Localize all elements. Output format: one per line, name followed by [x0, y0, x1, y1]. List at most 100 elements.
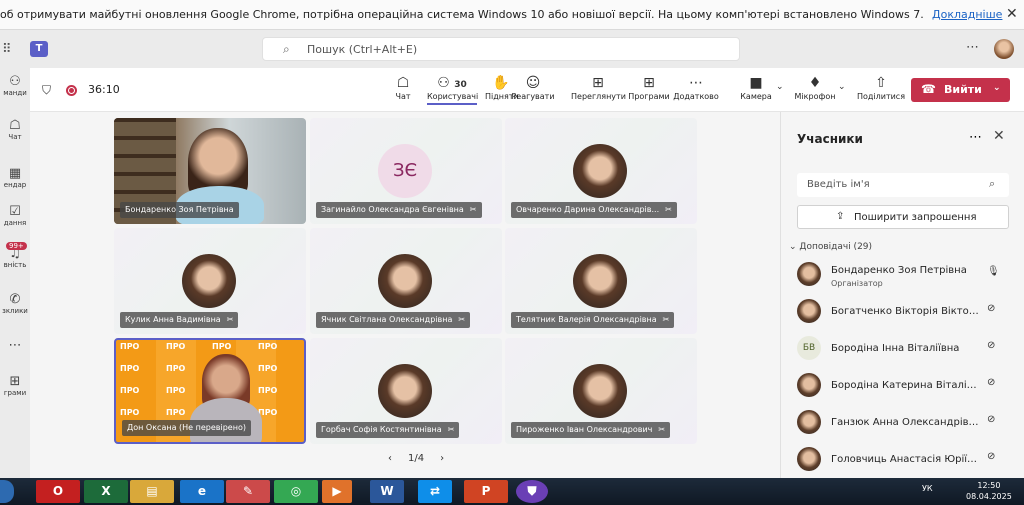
participant-tile[interactable]: ПРОПРОПРОПРОПРОПРОПРОПРОПРОПРОПРОПРОПРОП… [114, 338, 306, 444]
toolbar-button[interactable]: ⚇ 30 Користувачі [427, 74, 479, 105]
search-input[interactable]: ⌕ Пошук (Ctrl+Alt+E) [262, 37, 740, 61]
opera-taskbar-icon[interactable]: O [36, 480, 80, 503]
windows-taskbar: O X ▤ e ✎ ◎ ▶ W ⇄ P ⛊ УК 12:50 08.04.202… [0, 478, 1024, 505]
toolbar-button[interactable]: ⇧ Поділитися [856, 74, 906, 101]
rail-item-icon: ☑ [9, 204, 21, 219]
app2-taskbar-icon[interactable]: ⛊ [516, 480, 548, 503]
mic-icon[interactable]: 🎙 [987, 266, 1000, 277]
app-launcher-icon[interactable]: ⠿ [2, 42, 12, 57]
participant-tile[interactable]: Овчаренко Дарина Олександрів... ✂ [505, 118, 697, 224]
presenters-section[interactable]: ⌄ Доповідачі (29) [789, 242, 872, 252]
rail-item-label: манди [3, 89, 27, 97]
chevron-down-icon[interactable]: ⌄ [993, 83, 1001, 93]
participant-name-label: Овчаренко Дарина Олександрів... ✂ [511, 202, 677, 218]
participant-name: Головчиць Анастасія Юріївна [831, 454, 979, 465]
participant-name: Горбач Софія Костянтинівна [321, 425, 442, 434]
participant-row[interactable]: Ганзюк Анна Олександрівна ⊘ [797, 407, 1009, 437]
panel-title: Учасники [797, 132, 863, 146]
participant-tile[interactable]: Горбач Софія Костянтинівна ✂ [310, 338, 502, 444]
chrome-taskbar-icon[interactable]: ◎ [274, 480, 318, 503]
participant-row[interactable]: БВ Бородіна Інна Віталіївна ⊘ [797, 333, 1009, 363]
clock-date: 08.04.2025 [966, 492, 1012, 501]
mic-muted-icon[interactable]: ⊘ [987, 303, 995, 314]
mic-muted-icon[interactable]: ⊘ [987, 414, 995, 425]
rail-item[interactable]: ☑ дання [0, 204, 30, 227]
toolbar-button[interactable]: ☖ Чат [395, 74, 411, 101]
toolbar-button[interactable]: ⊞ Переглянути [571, 74, 626, 101]
toolbar-button[interactable]: ■ Камера [738, 74, 774, 101]
participant-tile[interactable]: Кулик Анна Вадимівна ✂ [114, 228, 306, 334]
rail-item[interactable]: ✆ зклики [0, 292, 30, 315]
toolbar-icon: ⊞ [643, 75, 655, 91]
rail-item-icon: ⋯ [8, 338, 22, 353]
close-icon[interactable]: ✕ [1006, 6, 1018, 22]
rail-item-label: Чат [8, 133, 22, 141]
participant-row[interactable]: Головчиць Анастасія Юріївна ⊘ [797, 444, 1009, 474]
rail-item-icon: ☖ [9, 118, 21, 133]
toolbar-button[interactable]: ☺ Реагувати [511, 74, 555, 101]
ie-taskbar-icon[interactable]: e [180, 480, 224, 503]
teams-logo-icon: T [30, 41, 48, 57]
share-invite-button[interactable]: ⇪ Поширити запрошення [797, 205, 1009, 229]
meeting-timer: 36:10 [88, 83, 120, 96]
participant-tile[interactable]: Ячник Світлана Олександрівна ✂ [310, 228, 502, 334]
avatar [797, 299, 821, 323]
pro-logo-text: ПРО [258, 364, 278, 373]
avatar[interactable] [994, 39, 1014, 59]
clock[interactable]: 12:50 08.04.2025 [966, 480, 1012, 502]
rail-item[interactable]: ⊞ грами [0, 374, 30, 397]
explorer-taskbar-icon[interactable]: ▤ [130, 480, 174, 503]
rail-item[interactable]: ⋯ [0, 338, 30, 353]
participant-row[interactable]: Бородіна Катерина Віталіївна ⊘ [797, 370, 1009, 400]
prev-page-button[interactable]: ‹ [388, 453, 392, 464]
app-taskbar-icon[interactable]: ✎ [226, 480, 270, 503]
teams-title-bar: ⠿ T ⌕ Пошук (Ctrl+Alt+E) ⋯ [0, 30, 1024, 68]
excel-taskbar-icon[interactable]: X [84, 480, 128, 503]
panel-close-icon[interactable]: ✕ [993, 128, 1005, 144]
pagination: ‹ 1/4 › [380, 453, 452, 464]
participant-tile[interactable]: Телятник Валерія Олександрівна ✂ [505, 228, 697, 334]
participant-name: Бородіна Катерина Віталіївна [831, 380, 979, 391]
people-icon: ⚇ [437, 75, 450, 91]
participants-panel: Учасники ⋯ ✕ Введіть ім'я ⌕ ⇪ Поширити з… [780, 112, 1024, 478]
rail-item[interactable]: ⚇ манди [0, 74, 30, 97]
participant-name-label: Бондаренко Зоя Петрівна [120, 202, 239, 218]
mic-muted-icon: ✂ [662, 315, 670, 324]
more-options-icon[interactable]: ⋯ [966, 40, 979, 55]
participant-name-label: Горбач Софія Костянтинівна ✂ [316, 422, 460, 438]
mic-muted-icon[interactable]: ⊘ [987, 451, 995, 462]
toolbar-label: Додатково [673, 92, 719, 101]
language-indicator[interactable]: УК [922, 484, 933, 493]
search-placeholder: Пошук (Ctrl+Alt+E) [307, 43, 418, 56]
start-button[interactable] [0, 480, 14, 503]
participant-tile[interactable]: ЗЄ Загинайло Олександра Євгенівна ✂ [310, 118, 502, 224]
toolbar-label: Користувачі [427, 92, 479, 101]
word-taskbar-icon[interactable]: W [370, 480, 404, 503]
camera-options-chevron-down-icon[interactable]: ⌄ [776, 82, 784, 92]
mic-muted-icon[interactable]: ⊘ [987, 377, 995, 388]
share-invite-label: Поширити запрошення [854, 212, 977, 223]
participant-row[interactable]: Богатченко Вікторія Вікторі... ⊘ [797, 296, 1009, 326]
rail-item-label: дання [3, 219, 27, 227]
toolbar-label: Чат [395, 92, 411, 101]
powerpoint-taskbar-icon[interactable]: P [464, 480, 508, 503]
infobar-more-link[interactable]: Докладніше [932, 8, 1002, 21]
leave-button[interactable]: ☎ Вийти ⌄ [911, 78, 1010, 102]
next-page-button[interactable]: › [440, 453, 444, 464]
teamviewer-taskbar-icon[interactable]: ⇄ [418, 480, 452, 503]
participant-row[interactable]: Бондаренко Зоя Петрівна Організатор 🎙 [797, 259, 1009, 289]
toolbar-button[interactable]: ♦ Мікрофон [794, 74, 836, 101]
rail-item[interactable]: ▦ ендар [0, 166, 30, 189]
mic-options-chevron-down-icon[interactable]: ⌄ [838, 82, 846, 92]
rail-item[interactable]: ☖ Чат [0, 118, 30, 141]
shield-icon[interactable]: ⛉ [42, 83, 51, 98]
toolbar-button[interactable]: ⊞ Програми [627, 74, 671, 101]
participant-tile[interactable]: Пироженко Іван Олександрович ✂ [505, 338, 697, 444]
toolbar-button[interactable]: ⋯ Додатково [673, 74, 719, 101]
panel-more-icon[interactable]: ⋯ [969, 130, 982, 145]
mic-muted-icon[interactable]: ⊘ [987, 340, 995, 351]
pro-logo-text: ПРО [258, 342, 278, 351]
media-taskbar-icon[interactable]: ▶ [322, 480, 352, 503]
participant-search-input[interactable]: Введіть ім'я ⌕ [797, 173, 1009, 197]
participant-tile[interactable]: Бондаренко Зоя Петрівна [114, 118, 306, 224]
